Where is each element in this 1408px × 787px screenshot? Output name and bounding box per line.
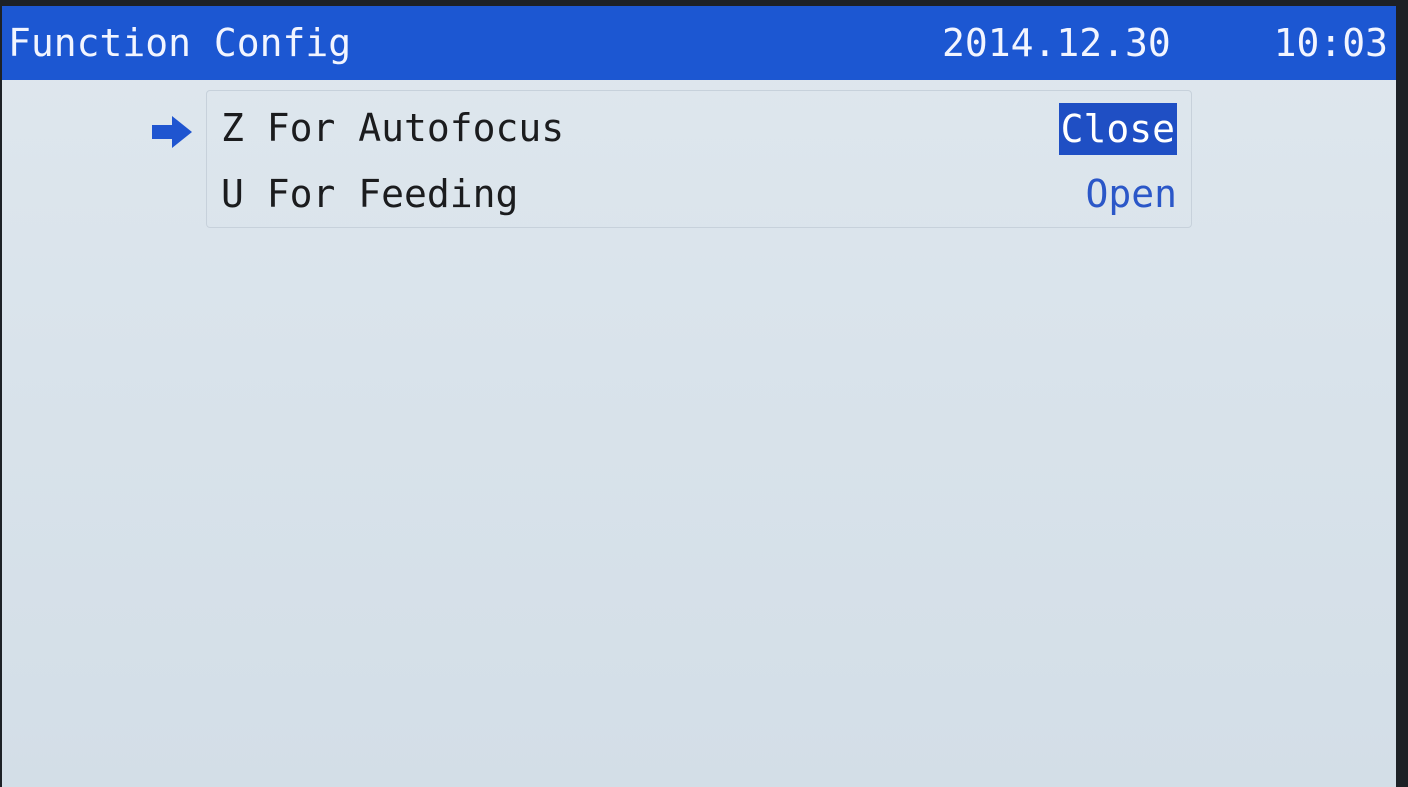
time-display: 10:03 bbox=[1273, 21, 1388, 65]
page-title: Function Config bbox=[8, 21, 352, 65]
arrow-right-icon bbox=[152, 116, 192, 148]
menu-item-z-autofocus[interactable]: Z For Autofocus Close bbox=[207, 97, 1191, 159]
menu-item-u-feeding[interactable]: U For Feeding Open bbox=[207, 163, 1191, 225]
lcd-screen: Function Config 2014.12.30 10:03 Z For A… bbox=[2, 6, 1396, 787]
date-display: 2014.12.30 bbox=[942, 21, 1171, 65]
menu-item-label: Z For Autofocus bbox=[221, 106, 565, 150]
menu-item-value[interactable]: Close bbox=[1058, 103, 1177, 155]
function-menu: Z For Autofocus Close U For Feeding Open bbox=[206, 90, 1192, 228]
menu-item-label: U For Feeding bbox=[221, 172, 519, 216]
menu-item-value[interactable]: Open bbox=[1085, 163, 1177, 225]
title-bar: Function Config 2014.12.30 10:03 bbox=[2, 6, 1396, 80]
